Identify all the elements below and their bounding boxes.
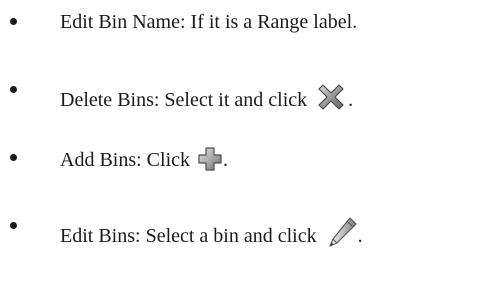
edit-pencil-icon	[326, 216, 358, 250]
list-item-text: Edit Bin Name: If it is a Range label.	[60, 11, 358, 33]
list-item-edit-bins: Edit Bins: Select a bin and click .	[0, 208, 488, 248]
list-item-suffix: .	[223, 149, 229, 171]
bullet-dot	[10, 154, 17, 161]
add-plus-icon	[197, 146, 223, 172]
list-item-text-wrapper: Delete Bins: Select it and click .	[60, 78, 353, 112]
bullet-list: Edit Bin Name: If it is a Range label. D…	[0, 0, 488, 282]
delete-x-icon	[314, 80, 348, 114]
list-item-delete-bins: Delete Bins: Select it and click .	[0, 72, 488, 112]
list-item-edit-bin-name: Edit Bin Name: If it is a Range label.	[0, 4, 488, 44]
bullet-dot	[10, 222, 17, 229]
list-item-text: Delete Bins: Select it and click	[60, 89, 308, 111]
bullet-dot	[10, 18, 17, 25]
list-item-add-bins: Add Bins: Click .	[0, 140, 488, 180]
list-item-text-wrapper: Add Bins: Click .	[60, 146, 228, 172]
list-item-suffix: .	[348, 89, 354, 111]
list-item-text: Edit Bins: Select a bin and click	[60, 225, 317, 247]
bullet-dot	[10, 86, 17, 93]
list-item-suffix: .	[357, 225, 363, 247]
list-item-text-wrapper: Edit Bins: Select a bin and click .	[60, 214, 363, 248]
list-item-text: Add Bins: Click	[60, 149, 191, 171]
